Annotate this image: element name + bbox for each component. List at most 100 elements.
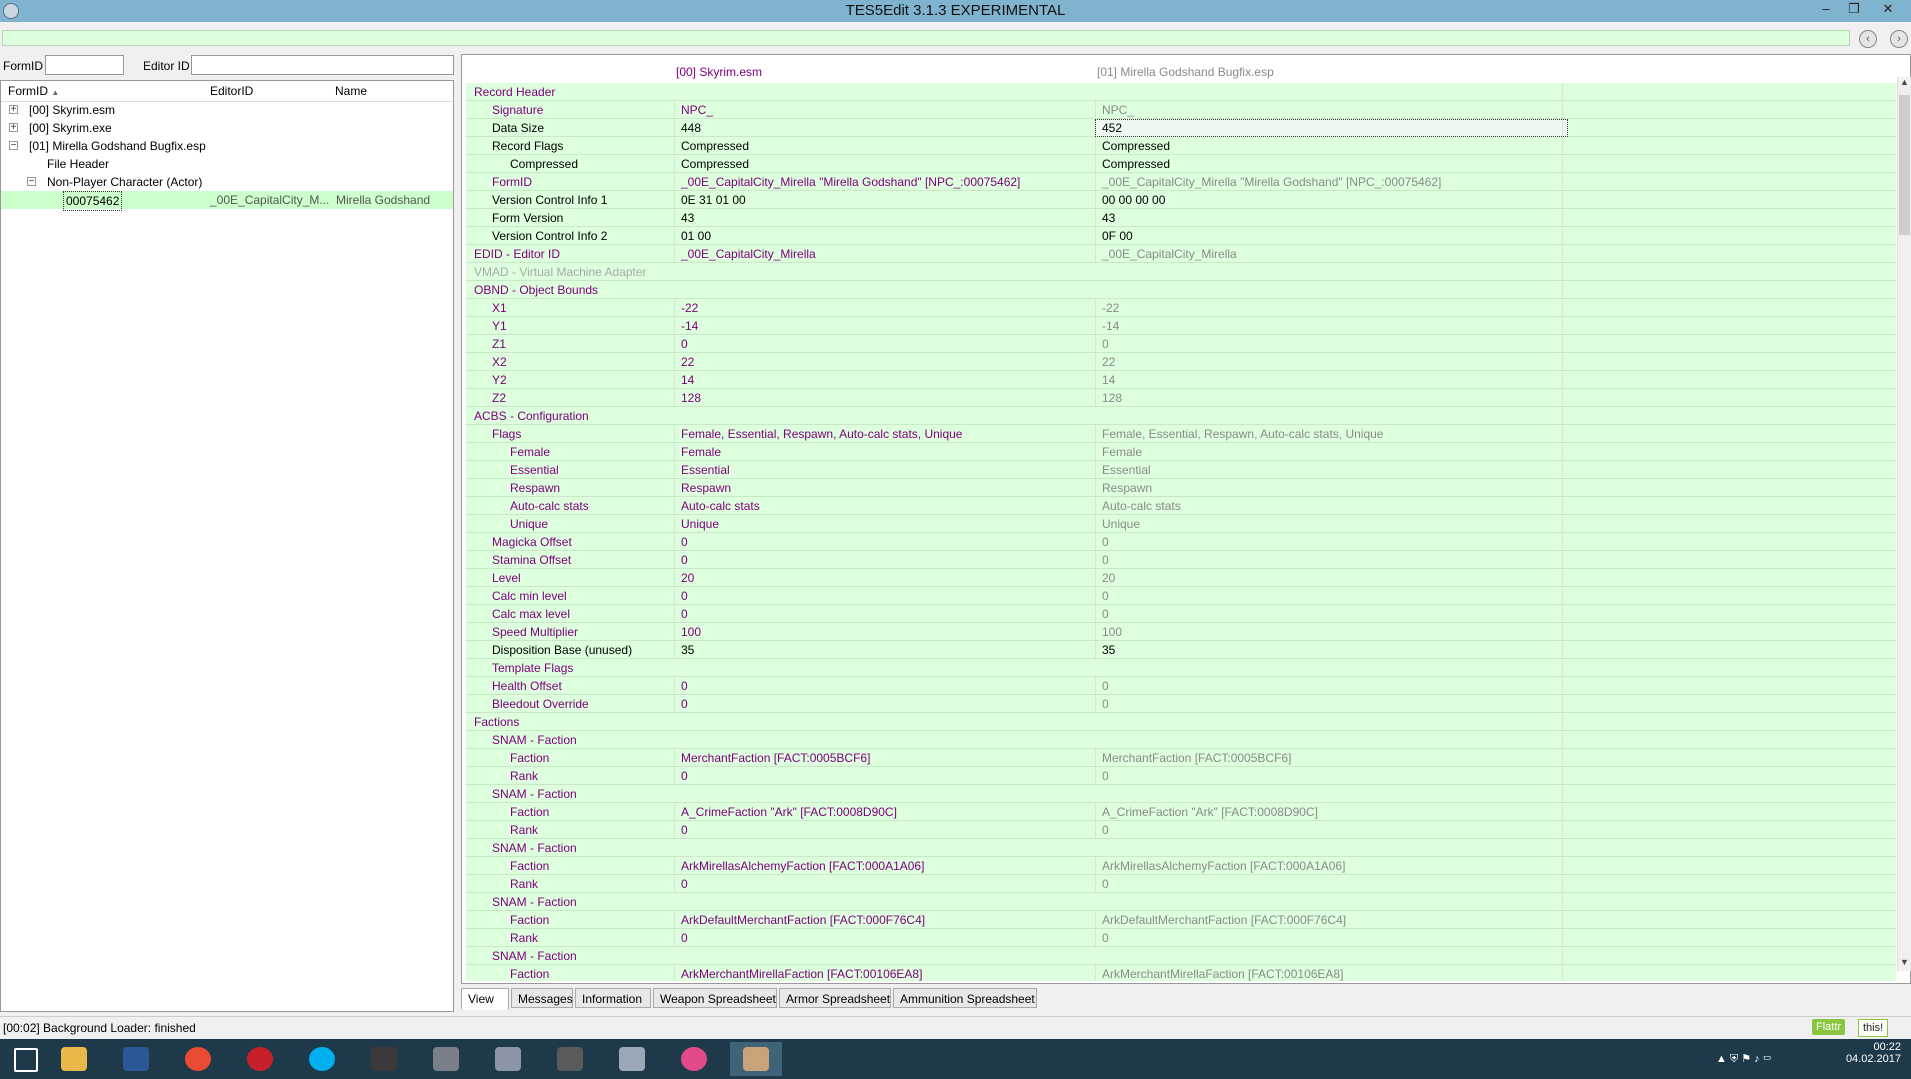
- record-row[interactable]: Bleedout Override 0 0: [466, 695, 1896, 713]
- app-plane-taskbar-button[interactable]: [606, 1042, 658, 1076]
- record-row[interactable]: Form Version 43 43: [466, 209, 1896, 227]
- value-skyrim-esm[interactable]: 0: [674, 677, 1101, 695]
- vertical-scrollbar[interactable]: ▲ ▼: [1897, 77, 1911, 971]
- value-bugfix-esp[interactable]: 0: [1095, 677, 1568, 695]
- skype-taskbar-button[interactable]: [296, 1042, 348, 1076]
- value-skyrim-esm[interactable]: Auto-calc stats: [674, 497, 1101, 515]
- value-bugfix-esp[interactable]: NPC_: [1095, 101, 1568, 119]
- record-row[interactable]: SNAM - Faction: [466, 947, 1896, 965]
- value-bugfix-esp[interactable]: -14: [1095, 317, 1568, 335]
- column-header-name[interactable]: Name: [335, 84, 367, 98]
- value-bugfix-esp[interactable]: A_CrimeFaction "Ark" [FACT:0008D90C]: [1095, 803, 1568, 821]
- value-skyrim-esm[interactable]: 448: [674, 119, 1101, 137]
- value-skyrim-esm[interactable]: Respawn: [674, 479, 1101, 497]
- record-row[interactable]: Rank 0 0: [466, 875, 1896, 893]
- value-skyrim-esm[interactable]: 0: [674, 929, 1101, 947]
- tree-row[interactable]: 00075462 _00E_CapitalCity_M... Mirella God…: [1, 191, 453, 211]
- record-row[interactable]: Template Flags: [466, 659, 1896, 677]
- value-bugfix-esp[interactable]: 0: [1095, 533, 1568, 551]
- value-bugfix-esp[interactable]: -22: [1095, 299, 1568, 317]
- record-row[interactable]: FormID _00E_CapitalCity_Mirella "Mirella …: [466, 173, 1896, 191]
- value-bugfix-esp[interactable]: Auto-calc stats: [1095, 497, 1568, 515]
- value-bugfix-esp[interactable]: 35: [1095, 641, 1568, 659]
- value-skyrim-esm[interactable]: 100: [674, 623, 1101, 641]
- value-skyrim-esm[interactable]: MerchantFaction [FACT:0005BCF6]: [674, 749, 1101, 767]
- record-row[interactable]: Calc max level 0 0: [466, 605, 1896, 623]
- value-skyrim-esm[interactable]: Essential: [674, 461, 1101, 479]
- value-bugfix-esp[interactable]: _00E_CapitalCity_Mirella: [1095, 245, 1568, 263]
- value-bugfix-esp[interactable]: 0: [1095, 767, 1568, 785]
- record-row[interactable]: SNAM - Faction: [466, 839, 1896, 857]
- record-row[interactable]: X1 -22 -22: [466, 299, 1896, 317]
- record-row[interactable]: Respawn Respawn Respawn: [466, 479, 1896, 497]
- value-bugfix-esp[interactable]: 100: [1095, 623, 1568, 641]
- value-bugfix-esp[interactable]: 0: [1095, 695, 1568, 713]
- word-taskbar-button[interactable]: [110, 1042, 162, 1076]
- record-row[interactable]: Faction ArkMirellasAlchemyFaction [FACT:0…: [466, 857, 1896, 875]
- value-skyrim-esm[interactable]: 0: [674, 335, 1101, 353]
- value-bugfix-esp[interactable]: Respawn: [1095, 479, 1568, 497]
- column-header-editorid[interactable]: EditorID: [210, 84, 253, 98]
- value-skyrim-esm[interactable]: Female, Essential, Respawn, Auto-calc st…: [674, 425, 1101, 443]
- record-row[interactable]: Rank 0 0: [466, 767, 1896, 785]
- value-skyrim-esm[interactable]: 14: [674, 371, 1101, 389]
- value-bugfix-esp[interactable]: Female: [1095, 443, 1568, 461]
- column-bugfix-esp[interactable]: [01] Mirella Godshand Bugfix.esp: [1097, 65, 1274, 79]
- record-row[interactable]: Version Control Info 2 01 00 0F 00: [466, 227, 1896, 245]
- value-bugfix-esp[interactable]: ArkMirellasAlchemyFaction [FACT:000A1A06…: [1095, 857, 1568, 875]
- collapse-icon[interactable]: −: [27, 177, 36, 187]
- record-row[interactable]: Data Size 448 452: [466, 119, 1896, 137]
- value-skyrim-esm[interactable]: 0: [674, 875, 1101, 893]
- tree-row[interactable]: + [00] Skyrim.exe: [1, 119, 453, 137]
- record-row[interactable]: Rank 0 0: [466, 929, 1896, 947]
- value-bugfix-esp[interactable]: 20: [1095, 569, 1568, 587]
- record-row[interactable]: Level 20 20: [466, 569, 1896, 587]
- expand-icon[interactable]: +: [9, 105, 18, 115]
- value-skyrim-esm[interactable]: 43: [674, 209, 1101, 227]
- system-tray-icons[interactable]: ▲ ⛨ ⚑ ♪ ▭: [1716, 1052, 1772, 1066]
- value-bugfix-esp[interactable]: 0: [1095, 335, 1568, 353]
- value-skyrim-esm[interactable]: 0E 31 01 00: [674, 191, 1101, 209]
- value-bugfix-esp[interactable]: Unique: [1095, 515, 1568, 533]
- value-skyrim-esm[interactable]: 0: [674, 821, 1101, 839]
- tree-row[interactable]: − [01] Mirella Godshand Bugfix.esp: [1, 137, 453, 155]
- formid-input[interactable]: [45, 55, 124, 75]
- record-row[interactable]: SNAM - Faction: [466, 893, 1896, 911]
- record-row[interactable]: Calc min level 0 0: [466, 587, 1896, 605]
- value-skyrim-esm[interactable]: _00E_CapitalCity_Mirella "Mirella Godsha…: [674, 173, 1101, 191]
- tree-row[interactable]: − Non-Player Character (Actor): [1, 173, 453, 191]
- record-row[interactable]: Z2 128 128: [466, 389, 1896, 407]
- chrome-taskbar-button[interactable]: [172, 1042, 224, 1076]
- value-bugfix-esp[interactable]: Female, Essential, Respawn, Auto-calc st…: [1095, 425, 1568, 443]
- scrollbar-thumb[interactable]: [1899, 95, 1910, 235]
- column-header-formid[interactable]: FormID ▲: [8, 84, 59, 98]
- value-skyrim-esm[interactable]: ArkDefaultMerchantFaction [FACT:000F76C4…: [674, 911, 1101, 929]
- value-bugfix-esp[interactable]: Essential: [1095, 461, 1568, 479]
- record-row[interactable]: Faction MerchantFaction [FACT:0005BCF6] Me…: [466, 749, 1896, 767]
- value-bugfix-esp[interactable]: 0: [1095, 929, 1568, 947]
- tab-information[interactable]: Information: [575, 988, 651, 1008]
- value-bugfix-esp[interactable]: 22: [1095, 353, 1568, 371]
- record-row[interactable]: VMAD - Virtual Machine Adapter: [466, 263, 1896, 281]
- scroll-up-icon[interactable]: ▲: [1898, 77, 1911, 91]
- app-dark-taskbar-button[interactable]: [358, 1042, 410, 1076]
- tab-ammunition-spreadsheet[interactable]: Ammunition Spreadsheet: [893, 988, 1037, 1008]
- record-row[interactable]: Speed Multiplier 100 100: [466, 623, 1896, 641]
- value-skyrim-esm[interactable]: A_CrimeFaction "Ark" [FACT:0008D90C]: [674, 803, 1101, 821]
- record-row[interactable]: SNAM - Faction: [466, 785, 1896, 803]
- value-bugfix-esp[interactable]: MerchantFaction [FACT:0005BCF6]: [1095, 749, 1568, 767]
- expand-icon[interactable]: +: [9, 123, 18, 133]
- system-clock[interactable]: 00:22 04.02.2017: [1846, 1041, 1901, 1065]
- value-skyrim-esm[interactable]: 35: [674, 641, 1101, 659]
- record-row[interactable]: Essential Essential Essential: [466, 461, 1896, 479]
- value-bugfix-esp[interactable]: 452: [1095, 119, 1568, 137]
- maximize-button[interactable]: ❐: [1841, 1, 1867, 19]
- value-skyrim-esm[interactable]: 20: [674, 569, 1101, 587]
- forward-button[interactable]: ›: [1890, 30, 1908, 48]
- record-row[interactable]: Health Offset 0 0: [466, 677, 1896, 695]
- value-bugfix-esp[interactable]: Compressed: [1095, 155, 1568, 173]
- value-bugfix-esp[interactable]: 00 00 00 00: [1095, 191, 1568, 209]
- file-explorer-taskbar-button[interactable]: [48, 1042, 100, 1076]
- value-bugfix-esp[interactable]: 0: [1095, 551, 1568, 569]
- value-skyrim-esm[interactable]: Female: [674, 443, 1101, 461]
